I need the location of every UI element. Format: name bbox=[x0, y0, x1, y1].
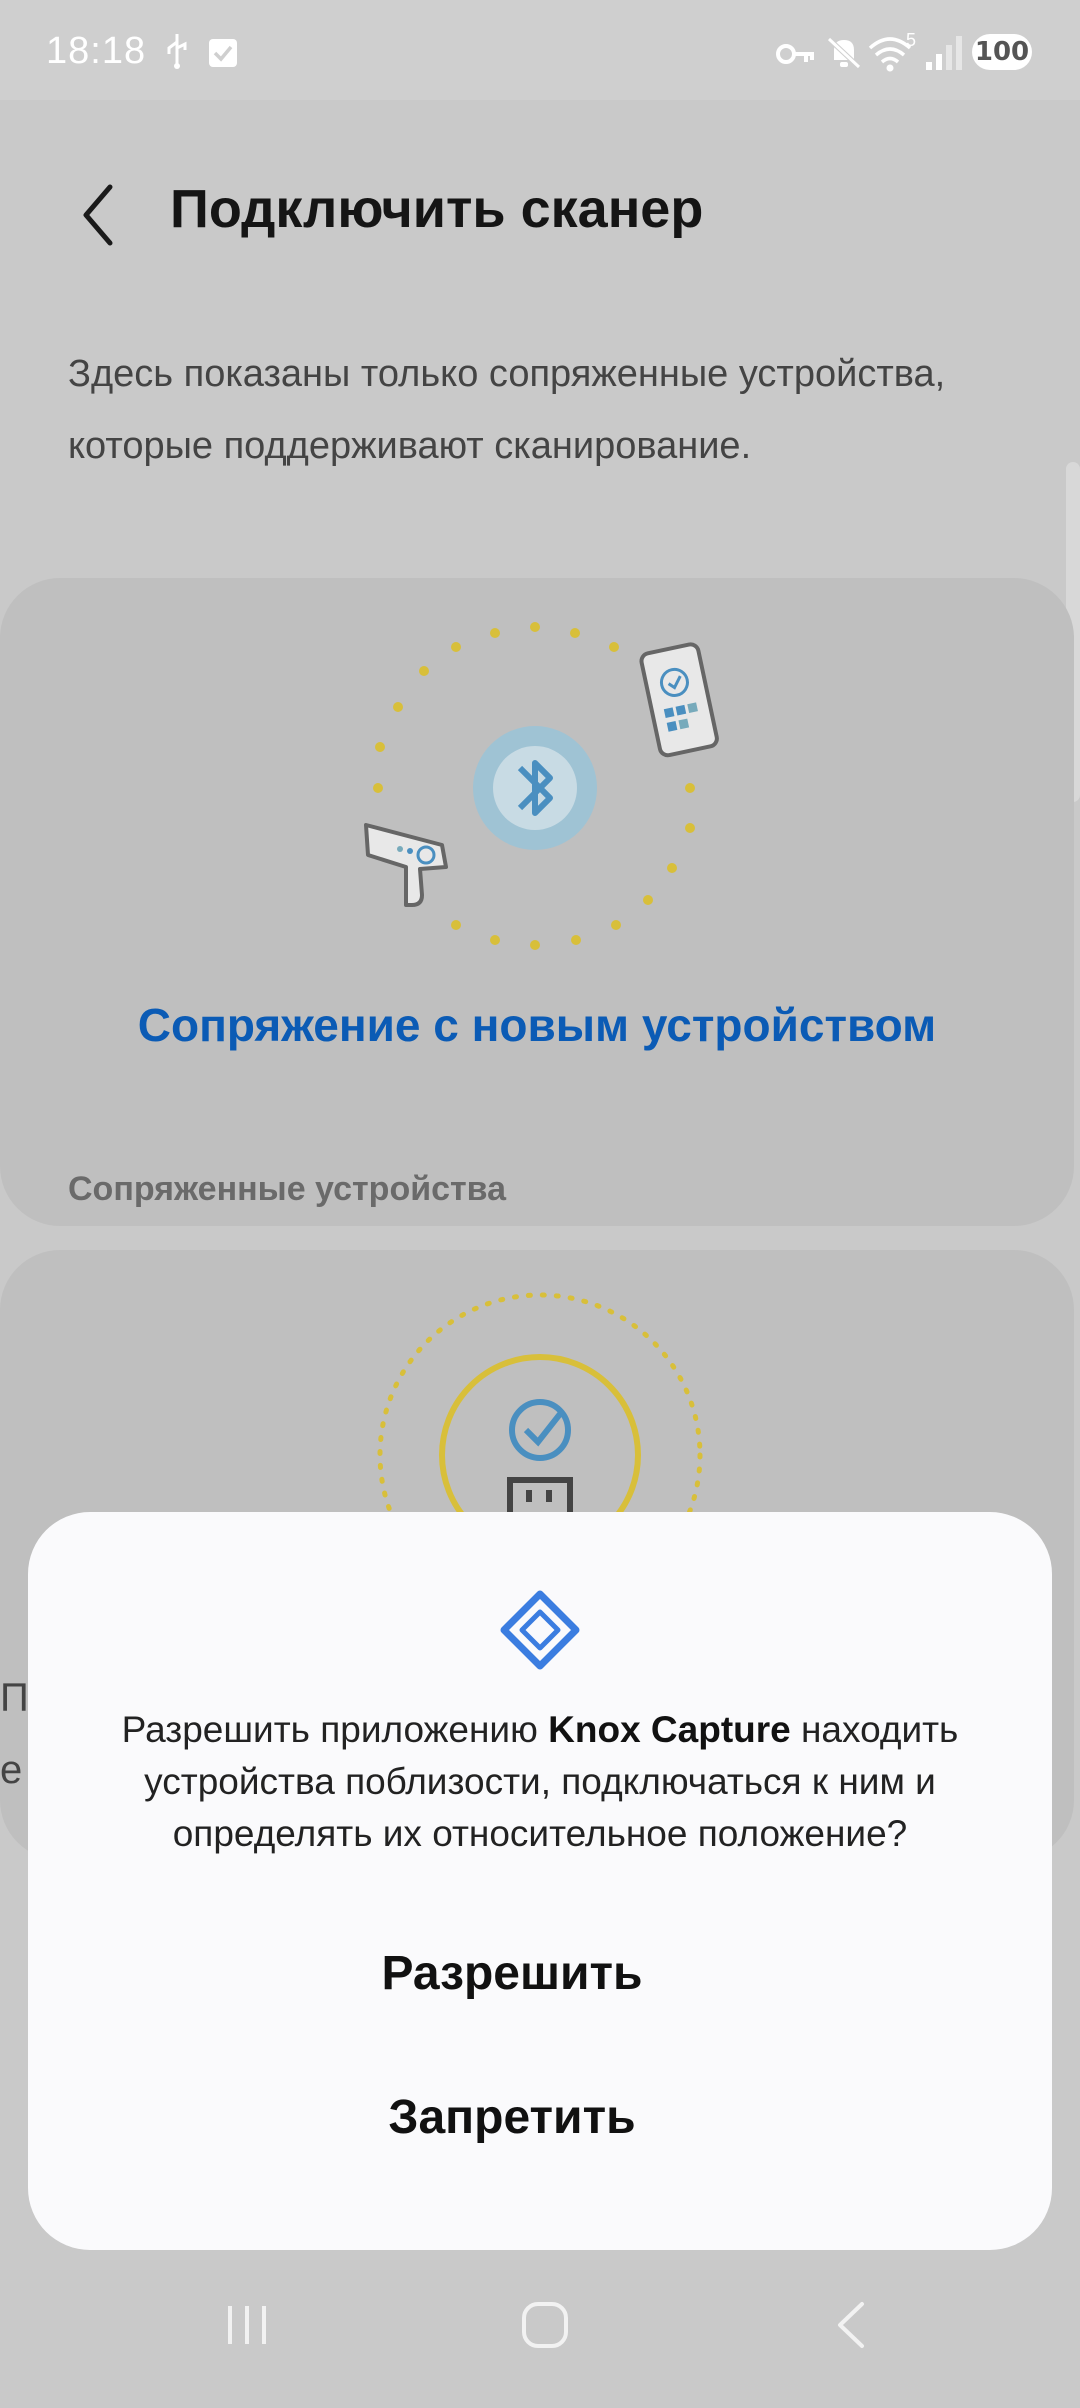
paired-devices-heading: Сопряженные устройства bbox=[68, 1170, 507, 1208]
nearby-devices-icon bbox=[500, 1590, 580, 1670]
nav-back-icon[interactable] bbox=[828, 2300, 878, 2350]
recent-apps-icon[interactable] bbox=[222, 2300, 272, 2350]
permission-message-start: Разрешить приложению bbox=[121, 1709, 549, 1750]
intro-text: Здесь показаны только сопряженные устрой… bbox=[68, 353, 946, 467]
usb-icon bbox=[167, 34, 187, 69]
back-arrow-icon[interactable] bbox=[66, 175, 136, 255]
phone-icon bbox=[639, 642, 719, 758]
vpn-key-icon bbox=[776, 44, 814, 64]
deny-button[interactable]: Запретить bbox=[0, 2090, 1024, 2145]
wifi-badge: 5 bbox=[906, 30, 917, 50]
battery-icon: 100 bbox=[972, 34, 1032, 70]
allow-button[interactable]: Разрешить bbox=[0, 1946, 1024, 2001]
checkbox-notification-icon bbox=[209, 39, 237, 67]
status-time: 18:18 bbox=[46, 30, 147, 72]
signal-icon bbox=[926, 36, 962, 70]
scanner-gun-icon bbox=[364, 823, 448, 907]
partial-device-name: П bbox=[0, 1676, 29, 1720]
status-bar: 18:18 5 100 bbox=[0, 0, 1080, 100]
home-icon[interactable] bbox=[520, 2300, 570, 2350]
page-title: Подключить сканер bbox=[170, 179, 704, 239]
partial-device-status: е bbox=[0, 1748, 23, 1792]
permission-message: Разрешить приложению Knox Capture находи… bbox=[68, 1704, 1012, 1860]
mute-icon bbox=[827, 37, 861, 69]
pair-new-device-link[interactable]: Сопряжение с новым устройством bbox=[0, 998, 1074, 1052]
bluetooth-pairing-illustration bbox=[364, 622, 719, 950]
app-name: Knox Capture bbox=[548, 1709, 791, 1750]
